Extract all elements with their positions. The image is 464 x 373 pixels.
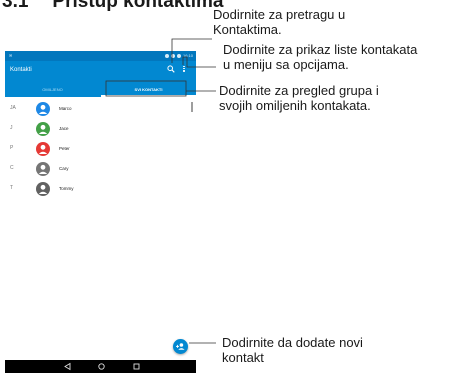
callout-line: Dodirnite za prikaz liste kontakata <box>223 42 418 57</box>
callout-tabs: Dodirnite za pregled grupa i svojih omil… <box>219 83 379 113</box>
callout-line: Dodirnite za pregled grupa i <box>219 83 379 98</box>
callout-search: Dodirnite za pretragu u Kontaktima. <box>213 7 345 37</box>
callout-line: Dodirnite za pretragu u <box>213 7 346 22</box>
callout-line: Dodirnite da dodate novi <box>222 335 363 350</box>
callout-add: Dodirnite da dodate novi kontakt <box>222 335 363 365</box>
callout-menu: Dodirnite za prikaz liste kontakata u me… <box>223 42 417 72</box>
callout-line: svojih omiljenih kontakata. <box>219 98 371 113</box>
callout-line: Kontaktima. <box>213 22 282 37</box>
callout-line: u meniju sa opcijama. <box>223 57 349 72</box>
callout-line: kontakt <box>222 350 264 365</box>
